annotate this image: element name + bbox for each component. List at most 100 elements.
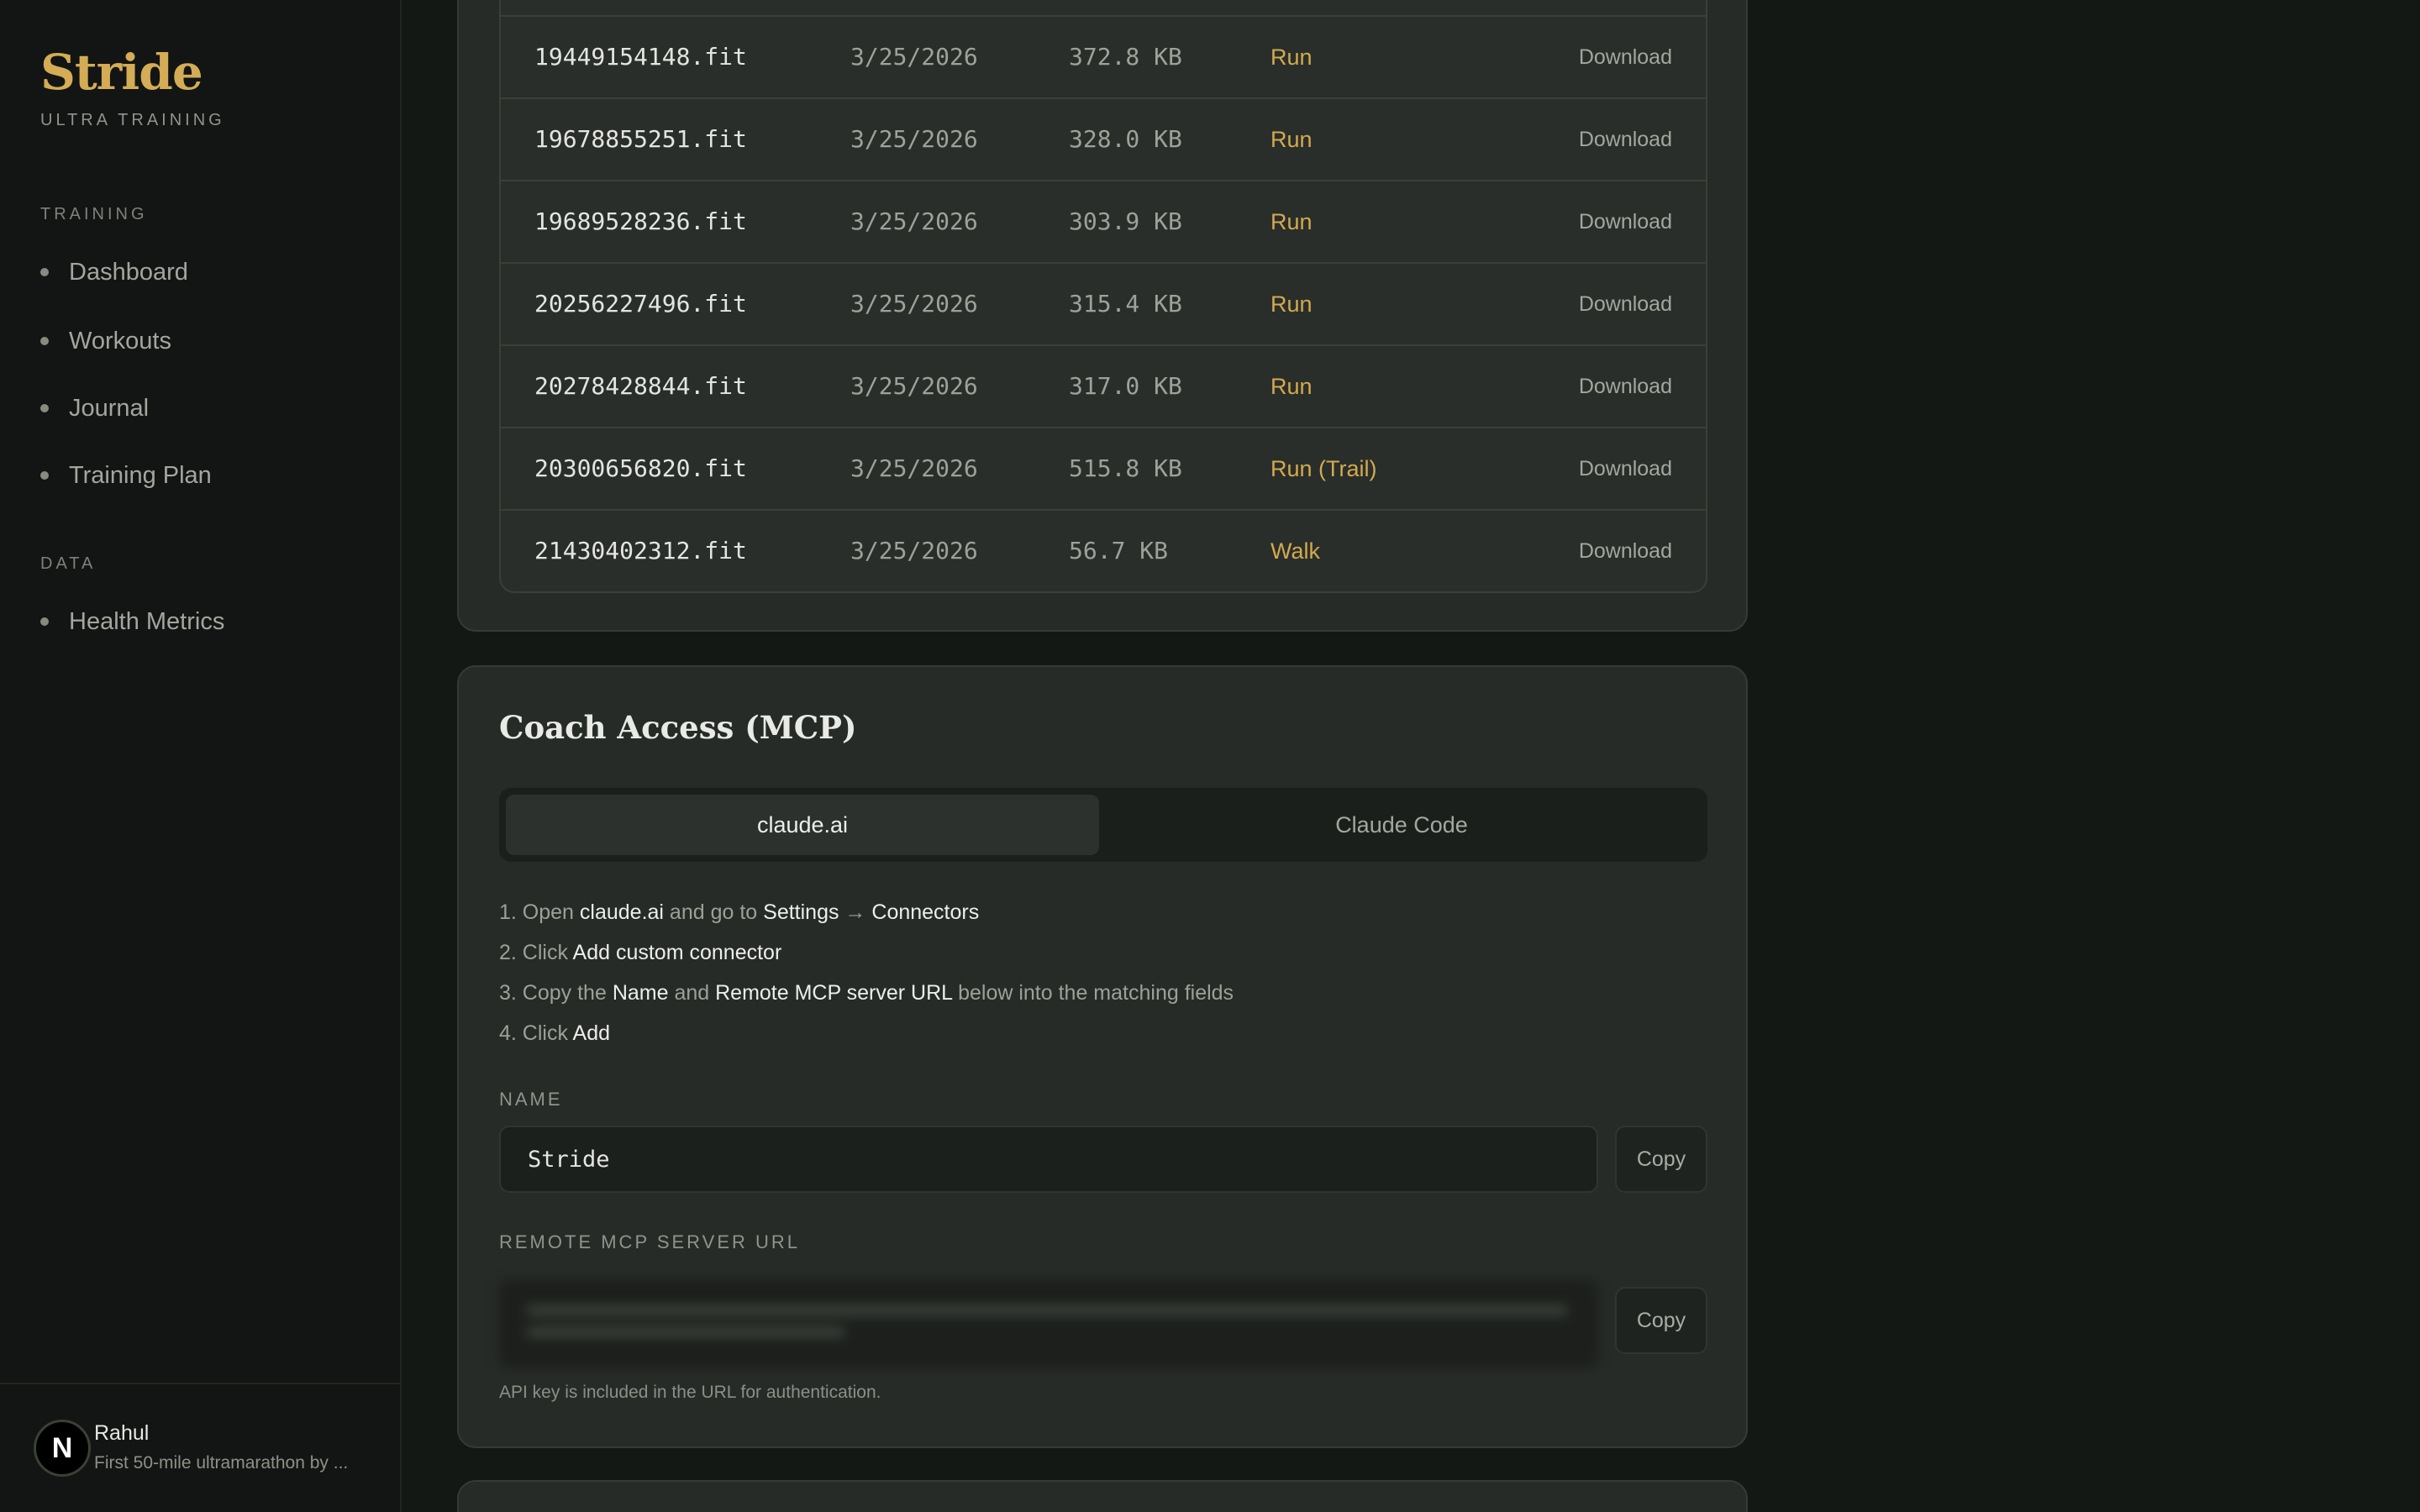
user-panel[interactable]: N Rahul First 50-mile ultramarathon by .… <box>0 1383 402 1512</box>
file-date: 3/25/2026 <box>850 43 978 71</box>
bullet-icon <box>40 471 49 480</box>
setup-step: 2. Click Add custom connector <box>499 932 1234 973</box>
step-text: and go to <box>663 900 764 924</box>
sidebar-item-label: Journal <box>69 394 150 422</box>
user-name: Rahul <box>94 1421 150 1445</box>
name-label: NAME <box>499 1089 563 1110</box>
files-card: 19449154148.fit 3/25/2026 372.8 KB Run Downl… <box>457 0 1748 632</box>
step-emphasis: Add custom connector <box>572 941 782 964</box>
bullet-icon <box>40 404 49 412</box>
tab-claude-code[interactable]: Claude Code <box>1102 795 1701 855</box>
file-type: Run <box>1270 209 1313 234</box>
step-emphasis: Name <box>612 981 669 1005</box>
client-tabs: claude.ai Claude Code <box>499 788 1707 862</box>
avatar[interactable]: N <box>34 1420 91 1477</box>
nav-section-training: TRAINING <box>40 205 148 223</box>
file-date: 3/25/2026 <box>850 454 978 482</box>
download-link[interactable]: Download <box>1579 511 1672 591</box>
download-link[interactable]: Download <box>1579 181 1672 262</box>
file-name: 19449154148.fit <box>534 43 747 71</box>
setup-step: 4. Click Add <box>499 1013 1234 1053</box>
copy-name-button[interactable]: Copy <box>1615 1126 1707 1193</box>
coach-access-title: Coach Access (MCP) <box>499 709 857 746</box>
download-link[interactable]: Download <box>1579 264 1672 344</box>
file-type: Run <box>1270 45 1313 70</box>
auth-note: API key is included in the URL for authe… <box>499 1383 881 1402</box>
file-size: 56.7 KB <box>1069 537 1169 564</box>
file-size: 372.8 KB <box>1069 43 1182 71</box>
step-emphasis: Remote MCP server URL <box>715 981 953 1005</box>
url-label: REMOTE MCP SERVER URL <box>499 1231 801 1252</box>
file-name: 19689528236.fit <box>534 207 747 235</box>
step-text: 2. Click <box>499 941 573 964</box>
setup-step: 3. Copy the Name and Remote MCP server U… <box>499 973 1234 1013</box>
table-row <box>501 0 1706 15</box>
sidebar-item-training-plan[interactable]: Training Plan <box>40 455 212 496</box>
file-type: Run <box>1270 291 1313 317</box>
step-text: 4. Click <box>499 1021 573 1045</box>
brand-logo[interactable]: Stride <box>40 44 203 101</box>
download-link[interactable]: Download <box>1579 17 1672 97</box>
sidebar-item-workouts[interactable]: Workouts <box>40 321 171 361</box>
step-emphasis: Settings <box>763 900 839 924</box>
step-emphasis: claude.ai <box>579 900 664 924</box>
step-text: and <box>668 981 716 1005</box>
sidebar-item-label: Workouts <box>69 327 171 354</box>
download-link[interactable]: Download <box>1579 346 1672 427</box>
download-link[interactable]: Download <box>1579 99 1672 180</box>
step-text: 3. Copy the <box>499 981 613 1005</box>
sidebar-item-label: Health Metrics <box>69 607 225 635</box>
table-row: 19678855251.fit 3/25/2026 328.0 KB Run Downl… <box>501 97 1706 180</box>
tab-claude-ai[interactable]: claude.ai <box>506 795 1099 855</box>
step-text: → <box>839 900 872 924</box>
file-size: 328.0 KB <box>1069 125 1182 153</box>
files-table: 19449154148.fit 3/25/2026 372.8 KB Run Downl… <box>499 0 1707 593</box>
file-date: 3/25/2026 <box>850 207 978 235</box>
nav-section-data: DATA <box>40 554 97 573</box>
user-goal: First 50-mile ultramarathon by ... <box>94 1453 349 1473</box>
next-card <box>457 1480 1748 1512</box>
file-name: 20256227496.fit <box>534 290 747 318</box>
file-size: 515.8 KB <box>1069 454 1182 482</box>
file-name: 20300656820.fit <box>534 454 747 482</box>
table-row: 21430402312.fit 3/25/2026 56.7 KB Walk Downl… <box>501 509 1706 591</box>
step-emphasis: Add <box>572 1021 611 1045</box>
sidebar-item-journal[interactable]: Journal <box>40 388 149 428</box>
mcp-url-field-redacted[interactable] <box>499 1280 1598 1368</box>
step-emphasis: Connectors <box>871 900 980 924</box>
table-row: 19449154148.fit 3/25/2026 372.8 KB Run Downl… <box>501 15 1706 97</box>
sidebar-item-dashboard[interactable]: Dashboard <box>40 252 188 292</box>
file-type: Run <box>1270 127 1313 152</box>
bullet-icon <box>40 268 49 276</box>
copy-url-button[interactable]: Copy <box>1615 1287 1707 1354</box>
file-name: 19678855251.fit <box>534 125 747 153</box>
coach-access-card: Coach Access (MCP) claude.ai Claude Code… <box>457 665 1748 1448</box>
file-date: 3/25/2026 <box>850 537 978 564</box>
file-type: Walk <box>1270 538 1320 564</box>
setup-steps: 1. Open claude.ai and go to Settings → C… <box>499 892 1234 1053</box>
table-row: 20300656820.fit 3/25/2026 515.8 KB Run (Tra… <box>501 427 1706 509</box>
file-date: 3/25/2026 <box>850 290 978 318</box>
name-field[interactable]: Stride <box>499 1126 1598 1193</box>
download-link[interactable]: Download <box>1579 428 1672 509</box>
file-date: 3/25/2026 <box>850 125 978 153</box>
table-row: 19689528236.fit 3/25/2026 303.9 KB Run Downl… <box>501 180 1706 262</box>
table-row: 20278428844.fit 3/25/2026 317.0 KB Run Downl… <box>501 344 1706 427</box>
file-size: 303.9 KB <box>1069 207 1182 235</box>
file-type: Run <box>1270 374 1313 399</box>
brand-tagline: ULTRA TRAINING <box>40 111 225 129</box>
table-row: 20256227496.fit 3/25/2026 315.4 KB Run Downl… <box>501 262 1706 344</box>
bullet-icon <box>40 617 49 626</box>
sidebar-item-label: Training Plan <box>69 461 212 489</box>
bullet-icon <box>40 337 49 345</box>
file-type: Run (Trail) <box>1270 456 1377 481</box>
file-date: 3/25/2026 <box>850 372 978 400</box>
file-size: 315.4 KB <box>1069 290 1182 318</box>
step-text: below into the matching fields <box>952 981 1234 1005</box>
sidebar-item-health-metrics[interactable]: Health Metrics <box>40 601 224 642</box>
file-name: 20278428844.fit <box>534 372 747 400</box>
sidebar-item-label: Dashboard <box>69 258 188 286</box>
sidebar: Stride ULTRA TRAINING TRAINING Dashboard… <box>0 0 402 1512</box>
step-text: 1. Open <box>499 900 580 924</box>
file-name: 21430402312.fit <box>534 537 747 564</box>
